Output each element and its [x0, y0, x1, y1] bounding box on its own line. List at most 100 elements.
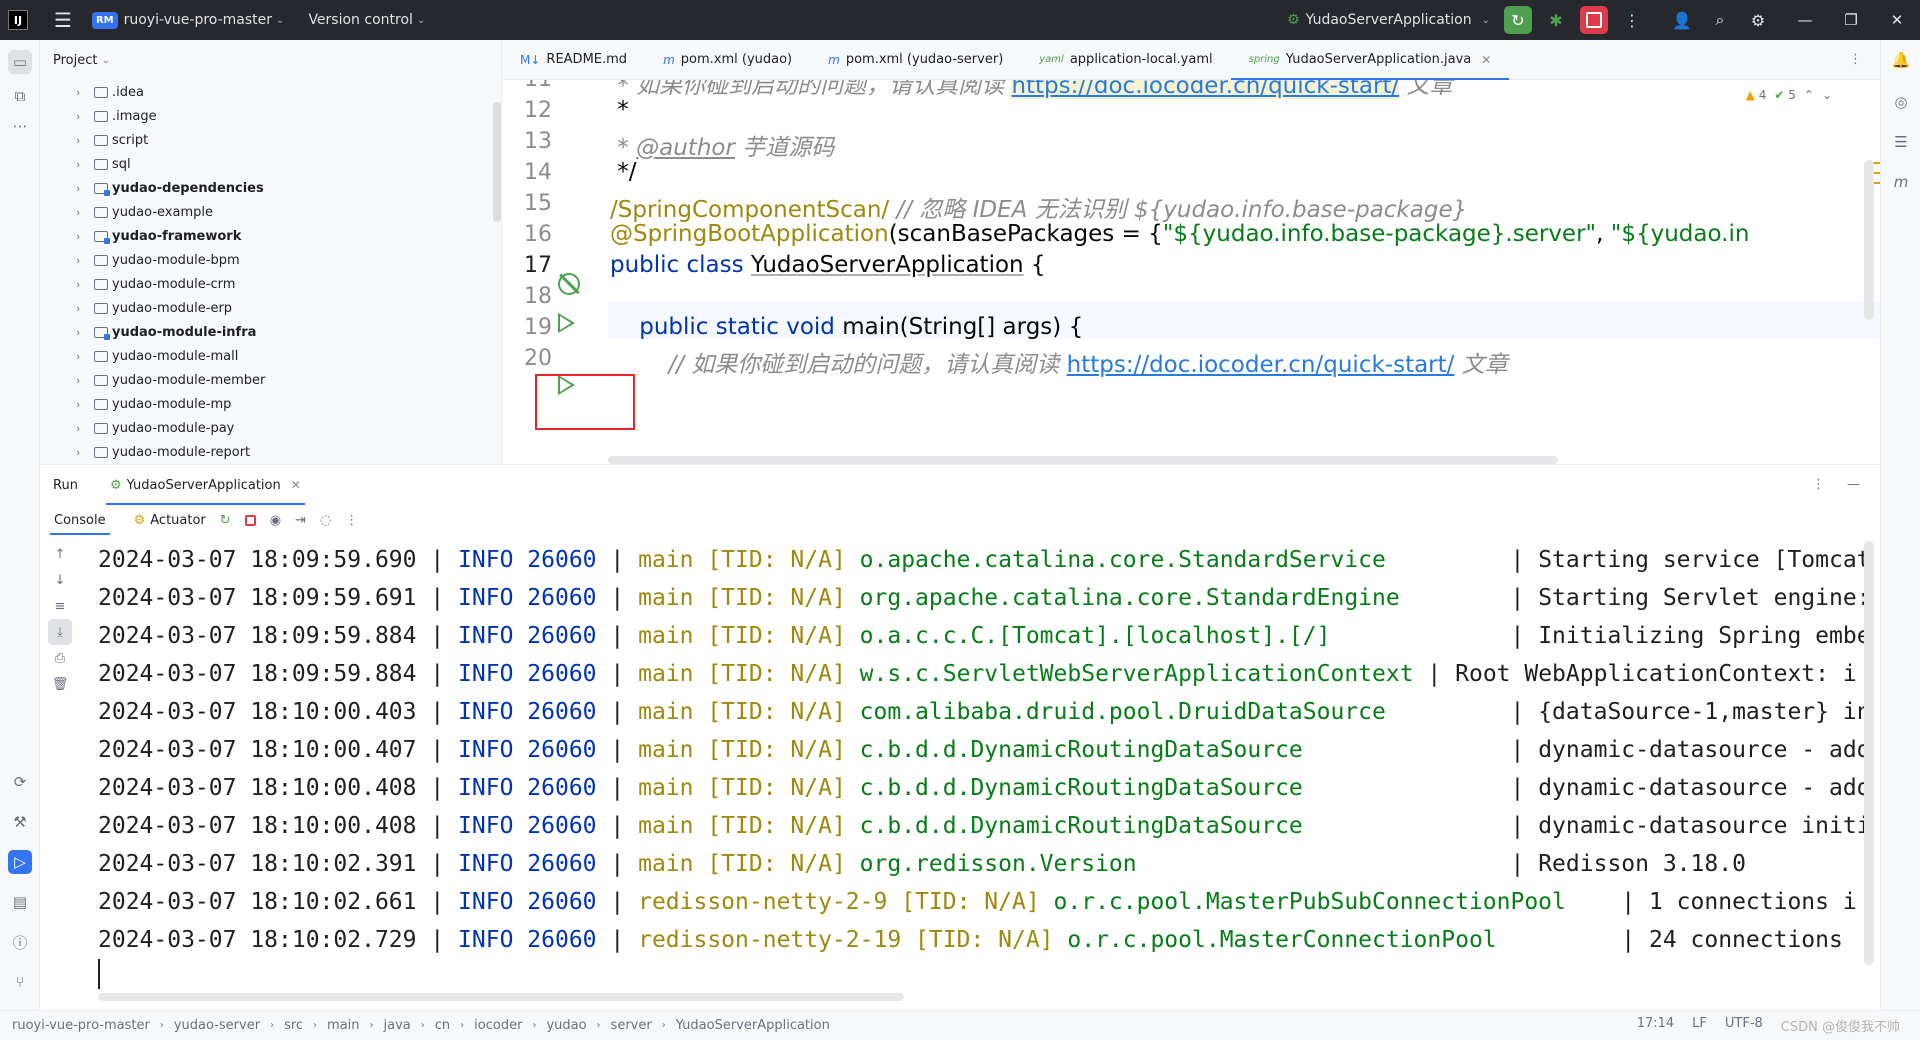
- log-line[interactable]: 2024-03-07 18:09:59.884 | INFO 26060 | m…: [98, 617, 1868, 655]
- exit-icon[interactable]: ⇥: [295, 513, 306, 528]
- restore-button[interactable]: ❐: [1828, 11, 1874, 29]
- scroll-to-end-icon[interactable]: ⤓: [48, 619, 72, 645]
- log-line[interactable]: 2024-03-07 18:10:00.408 | INFO 26060 | m…: [98, 769, 1868, 807]
- terminal-icon[interactable]: ▤: [8, 890, 32, 914]
- log-line[interactable]: 2024-03-07 18:10:02.391 | INFO 26060 | m…: [98, 845, 1868, 883]
- chevron-right-icon[interactable]: ›: [76, 422, 80, 435]
- more-icon[interactable]: ⋮: [345, 513, 358, 528]
- console-horizontal-scrollbar[interactable]: [98, 993, 904, 1001]
- minimize-button[interactable]: —: [1782, 11, 1828, 29]
- editor-tab[interactable]: m pom.xml (yudao): [645, 40, 810, 80]
- breadcrumb-item[interactable]: cn: [435, 1018, 450, 1033]
- chevron-right-icon[interactable]: ›: [76, 398, 80, 411]
- line-separator[interactable]: LF: [1692, 1016, 1707, 1035]
- project-panel-header[interactable]: Project ⌄: [40, 40, 501, 80]
- chevron-down-icon[interactable]: ⌄: [276, 15, 284, 26]
- run-tool-icon[interactable]: ▷: [8, 850, 32, 874]
- chevron-right-icon[interactable]: ›: [76, 326, 80, 339]
- spring-bean-gutter-icon[interactable]: [558, 273, 580, 295]
- more-actions-icon[interactable]: ⋮: [1618, 6, 1646, 34]
- chevron-down-icon[interactable]: ⌄: [417, 15, 425, 26]
- project-badge[interactable]: RM: [91, 11, 118, 29]
- stop-icon[interactable]: [244, 514, 256, 526]
- editor-vertical-scrollbar[interactable]: [1864, 160, 1874, 320]
- code-editor[interactable]: 11 12 13 14 15 16 17 18 19 20 * 如果你碰到启动的问题，请认真阅读 …: [502, 80, 1880, 464]
- log-line[interactable]: 2024-03-07 18:10:02.729 | INFO 26060 | r…: [98, 921, 1868, 959]
- inspection-widget[interactable]: ▲ 4 ✔ 5 ⌃ ⌄: [1746, 88, 1832, 102]
- database-icon[interactable]: ☰: [1889, 130, 1913, 154]
- breadcrumb-item[interactable]: yudao-server: [174, 1018, 260, 1033]
- chevron-right-icon[interactable]: ›: [76, 206, 80, 219]
- tree-item[interactable]: › .image: [40, 104, 501, 128]
- log-line[interactable]: 2024-03-07 18:09:59.691 | INFO 26060 | m…: [98, 579, 1868, 617]
- log-line[interactable]: 2024-03-07 18:09:59.690 | INFO 26060 | m…: [98, 541, 1868, 579]
- tree-item[interactable]: › yudao-dependencies: [40, 176, 501, 200]
- code-line-20[interactable]: // 如果你碰到启动的问题，请认真阅读 https://doc.iocoder.…: [610, 345, 1508, 379]
- chevron-right-icon[interactable]: ›: [76, 110, 80, 123]
- soft-wrap-icon[interactable]: ≡: [40, 593, 80, 619]
- tree-item[interactable]: › yudao-module-erp: [40, 296, 501, 320]
- tree-item[interactable]: › script: [40, 128, 501, 152]
- code-line-13[interactable]: * @author 芋道源码: [610, 128, 834, 162]
- doc-link[interactable]: https://doc.iocoder.cn/quick-start/: [1011, 80, 1400, 99]
- tree-item[interactable]: › yudao-module-member: [40, 368, 501, 392]
- project-scrollbar[interactable]: [493, 102, 501, 222]
- chevron-right-icon[interactable]: ›: [76, 158, 80, 171]
- tab-actuator[interactable]: ⚙ Actuator: [134, 513, 206, 528]
- run-configuration-dropdown[interactable]: ⚙ YudaoServerApplication ⌄: [1287, 12, 1490, 28]
- chevron-right-icon[interactable]: ›: [76, 86, 80, 99]
- breadcrumb-item[interactable]: ruoyi-vue-pro-master: [12, 1018, 150, 1033]
- next-highlight-icon[interactable]: ⌄: [1822, 88, 1832, 102]
- tree-item[interactable]: › sql: [40, 152, 501, 176]
- doc-link[interactable]: https://doc.iocoder.cn/quick-start/: [1067, 352, 1455, 378]
- file-encoding[interactable]: UTF-8: [1725, 1016, 1763, 1035]
- project-name-dropdown[interactable]: ruoyi-vue-pro-master: [124, 12, 272, 28]
- editor-tab[interactable]: spring YudaoServerApplication.java ✕: [1230, 40, 1510, 81]
- editor-tab[interactable]: yaml application-local.yaml: [1021, 40, 1230, 80]
- tree-item[interactable]: › yudao-module-report: [40, 440, 501, 464]
- rerun-icon[interactable]: ↻: [220, 513, 231, 528]
- run-gutter-icon[interactable]: [558, 313, 575, 333]
- caret-position[interactable]: 17:14: [1637, 1016, 1674, 1035]
- maven-icon[interactable]: m: [1889, 170, 1913, 194]
- code-line-12[interactable]: *: [610, 97, 629, 123]
- run-tab-yudao[interactable]: ⚙ YudaoServerApplication ✕: [105, 465, 305, 505]
- tree-item[interactable]: › yudao-framework: [40, 224, 501, 248]
- chevron-right-icon[interactable]: ›: [76, 302, 80, 315]
- scroll-down-icon[interactable]: ↓: [40, 567, 80, 593]
- chevron-right-icon[interactable]: ›: [76, 182, 80, 195]
- rerun-button[interactable]: ↻: [1504, 6, 1532, 34]
- main-menu-icon[interactable]: ☰: [54, 8, 72, 32]
- code-line-16[interactable]: @SpringBootApplication(scanBasePackages …: [610, 221, 1749, 247]
- chevron-right-icon[interactable]: ›: [76, 230, 80, 243]
- code-line-17[interactable]: public class YudaoServerApplication {: [610, 252, 1046, 278]
- search-icon[interactable]: ⌕: [1706, 6, 1734, 34]
- code-line-15[interactable]: /SpringComponentScan/ // 忽略 IDEA 无法识别 ${…: [610, 190, 1467, 224]
- ai-assistant-icon[interactable]: ◎: [1889, 90, 1913, 114]
- chevron-right-icon[interactable]: ›: [76, 134, 80, 147]
- print-icon[interactable]: ⎙: [40, 645, 80, 671]
- debug-button[interactable]: ✱: [1542, 6, 1570, 34]
- log-line[interactable]: 2024-03-07 18:10:00.407 | INFO 26060 | m…: [98, 731, 1868, 769]
- tree-item[interactable]: › yudao-module-infra: [40, 320, 501, 344]
- console-output[interactable]: 2024-03-07 18:09:59.690 | INFO 26060 | m…: [98, 541, 1868, 965]
- chevron-right-icon[interactable]: ›: [76, 278, 80, 291]
- tree-item[interactable]: › yudao-module-bpm: [40, 248, 501, 272]
- structure-icon[interactable]: ⧉: [8, 84, 32, 108]
- tree-item[interactable]: › yudao-module-pay: [40, 416, 501, 440]
- log-line[interactable]: 2024-03-07 18:09:59.884 | INFO 26060 | m…: [98, 655, 1868, 693]
- editor-tab[interactable]: m pom.xml (yudao-server): [810, 40, 1021, 80]
- breadcrumb-item[interactable]: src: [284, 1018, 303, 1033]
- clear-icon[interactable]: 🗑: [40, 671, 80, 697]
- minimize-panel-icon[interactable]: —: [1847, 477, 1860, 492]
- tab-console[interactable]: Console: [50, 505, 110, 535]
- version-control-dropdown[interactable]: Version control: [308, 12, 412, 28]
- tree-item[interactable]: › .idea: [40, 80, 501, 104]
- breadcrumb-item[interactable]: main: [327, 1018, 359, 1033]
- tree-item[interactable]: › yudao-module-mall: [40, 344, 501, 368]
- scroll-up-icon[interactable]: ↑: [40, 541, 80, 567]
- tree-item[interactable]: › yudao-module-mp: [40, 392, 501, 416]
- breadcrumb-item[interactable]: java: [384, 1018, 411, 1033]
- breadcrumb-item[interactable]: YudaoServerApplication: [676, 1018, 830, 1033]
- restore-layout-icon[interactable]: ◌: [320, 513, 331, 528]
